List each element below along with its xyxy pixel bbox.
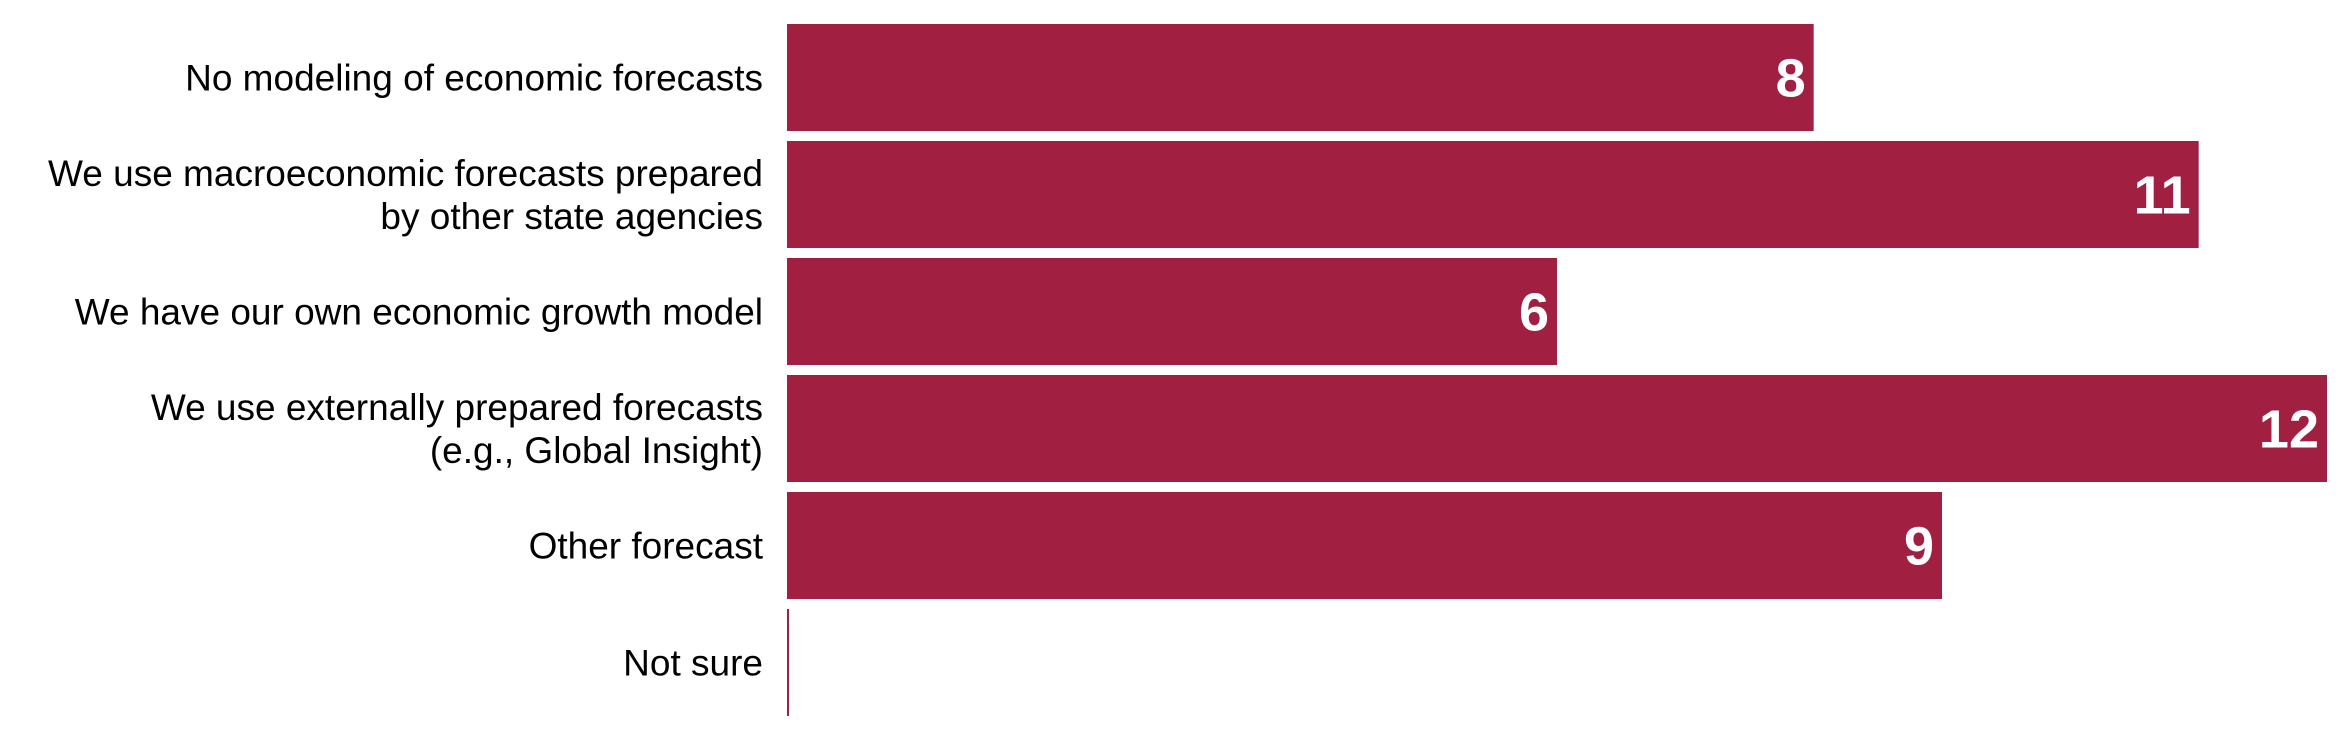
value-label-4: 9 — [1904, 517, 1934, 577]
category-labels: No modeling of economic forecasts We use … — [48, 58, 764, 684]
bar-2 — [787, 258, 1557, 365]
category-label-5: Not sure — [623, 643, 763, 684]
category-label-line: Not sure — [623, 643, 763, 684]
bars — [787, 24, 2327, 716]
value-label-0: 8 — [1776, 49, 1806, 109]
value-label-2: 6 — [1519, 283, 1549, 343]
category-label-1: We use macroeconomic forecasts prepared b… — [48, 153, 763, 237]
category-label-line: by other state agencies — [380, 196, 763, 237]
category-label-line: (e.g., Global Insight) — [430, 430, 763, 471]
category-label-0: No modeling of economic forecasts — [185, 58, 763, 99]
category-label-line: Other forecast — [529, 526, 764, 567]
category-label-line: No modeling of economic forecasts — [185, 58, 763, 99]
category-label-line: We have our own economic growth model — [75, 292, 763, 333]
value-label-3: 12 — [2259, 400, 2319, 460]
bar-3 — [787, 375, 2327, 482]
bar-chart: No modeling of economic forecasts We use … — [48, 24, 2327, 716]
bar-4 — [787, 492, 1942, 599]
category-label-3: We use externally prepared forecasts (e.g… — [151, 387, 763, 471]
bar-1 — [787, 141, 2199, 248]
bar-5 — [787, 609, 789, 716]
category-label-2: We have our own economic growth model — [75, 292, 763, 333]
bar-0 — [787, 24, 1814, 131]
value-label-1: 11 — [2134, 166, 2191, 226]
category-label-line: We use externally prepared forecasts — [151, 387, 763, 428]
category-label-line: We use macroeconomic forecasts prepared — [48, 153, 763, 194]
category-label-4: Other forecast — [529, 526, 764, 567]
